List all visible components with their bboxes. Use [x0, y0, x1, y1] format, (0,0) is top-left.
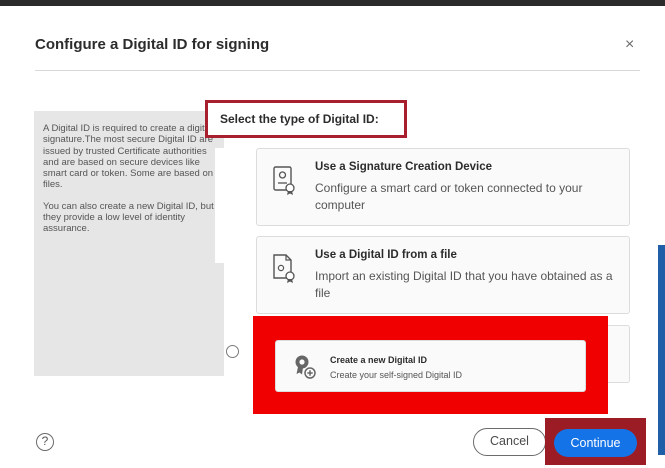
select-type-label: Select the type of Digital ID: [205, 100, 407, 138]
create-new-id-radio[interactable] [226, 345, 239, 358]
option-signature-creation-device[interactable]: Use a Signature Creation Device Configur… [256, 148, 630, 226]
digital-id-file-icon [273, 254, 295, 283]
info-paragraph-1: A Digital ID is required to create a dig… [43, 123, 214, 191]
option-title: Use a Signature Creation Device [315, 161, 493, 173]
cancel-button[interactable]: Cancel [473, 428, 546, 456]
info-panel: A Digital ID is required to create a dig… [34, 111, 224, 376]
option-description: Configure a smart card or token connecte… [315, 181, 583, 212]
new-digital-id-icon [295, 355, 316, 379]
help-icon[interactable]: ? [36, 433, 54, 451]
background-window-edge [658, 245, 665, 455]
signature-device-icon [273, 166, 295, 195]
option-description: Create your self-signed Digital ID [330, 370, 463, 380]
dialog-title: Configure a Digital ID for signing [35, 36, 270, 53]
option-description: Import an existing Digital ID that you h… [315, 269, 613, 300]
continue-button[interactable]: Continue [554, 429, 637, 457]
option-digital-id-file[interactable]: Use a Digital ID from a file Import an e… [256, 236, 630, 314]
close-icon[interactable]: × [625, 37, 634, 53]
title-divider [35, 70, 640, 71]
window-top-edge [0, 0, 665, 6]
panel-gap [215, 148, 260, 263]
option-title: Use a Digital ID from a file [315, 249, 457, 261]
option-create-new-digital-id[interactable]: Create a new Digital ID Create your self… [275, 340, 586, 392]
option-title: Create a new Digital ID [330, 355, 428, 365]
info-paragraph-2: You can also create a new Digital ID, bu… [43, 200, 214, 235]
